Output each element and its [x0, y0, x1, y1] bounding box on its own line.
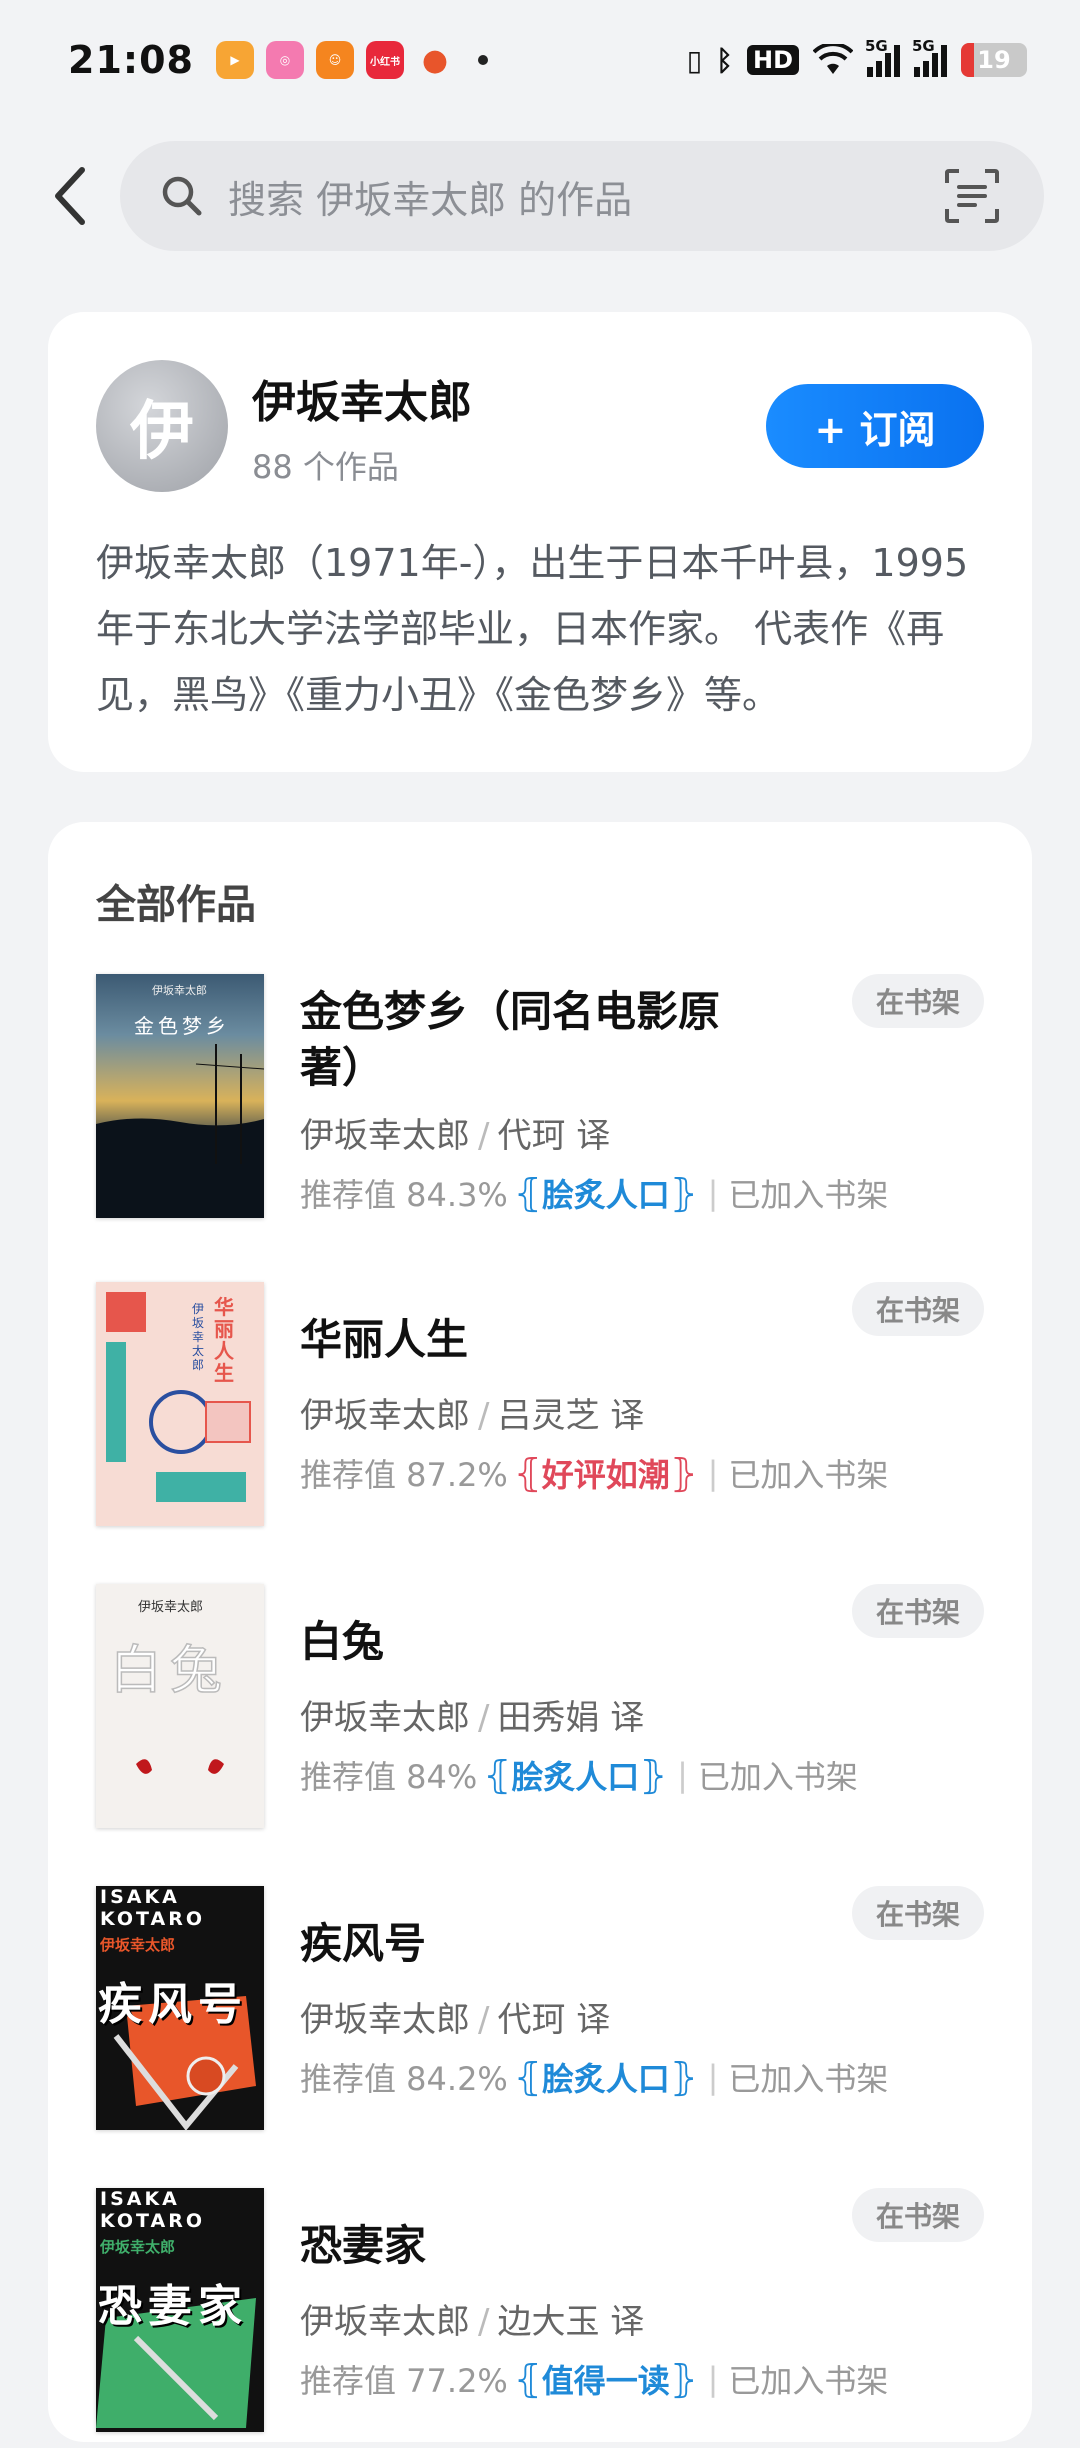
book-title: 金色梦乡（同名电影原著） [300, 987, 721, 1092]
cover-title: 恐妻家 [98, 2281, 248, 2332]
cover-author: 伊坂幸太郎 [192, 1302, 205, 1372]
cover-title: 疾风号 [98, 1979, 248, 2030]
badge: ⦃ 好评如潮 ⦄ [513, 1451, 698, 1495]
signal-icon-1: 5G [865, 37, 900, 77]
book-meta: 伊坂幸太郎 / 边大玉 译 [300, 2302, 645, 2342]
cover-author: 伊坂幸太郎 [100, 1936, 176, 1954]
cover-title: 金色梦乡 [134, 1014, 230, 1038]
status-bar: 21:08 ▶ ◎ ☺ 小红书 ● ▯ ᛒ HD 5G 5G 19 [0, 0, 1080, 120]
app-orange-icon: ☺ [315, 41, 354, 79]
works-card: 全部作品 伊坂幸太郎 金色梦乡 金色梦乡（同名电影原著） 伊坂幸太郎 / 代珂 译 … [48, 822, 1032, 2442]
book-recommendation: 推荐值 84.2% ⦃ 脍炙人口 ⦄ | 已加入书架 [300, 2055, 889, 2099]
scan-button[interactable] [940, 164, 1004, 228]
chevron-left-icon [55, 167, 85, 225]
wifi-icon [813, 44, 853, 74]
book-meta: 伊坂幸太郎 / 吕灵芝 译 [300, 1396, 645, 1436]
search-icon [162, 176, 202, 216]
cover-latin: ISAKA KOTARO [100, 2188, 205, 2232]
on-shelf-tag: 在书架 [852, 2188, 984, 2242]
book-cover[interactable]: 伊坂幸太郎 金色梦乡 [96, 974, 264, 1218]
on-shelf-tag: 在书架 [852, 1584, 984, 1638]
list-item[interactable]: 伊坂幸太郎 白兔 白兔 伊坂幸太郎 / 田秀娟 译 推荐值 84% ⦃ 脍炙人口 ⦄ |… [48, 1584, 1032, 1844]
app-green-icon: ▶ [215, 41, 254, 79]
on-shelf-tag: 在书架 [852, 974, 984, 1028]
app-game-icon: ● [421, 42, 449, 78]
book-recommendation: 推荐值 77.2% ⦃ 值得一读 ⦄ | 已加入书架 [300, 2357, 889, 2401]
book-cover[interactable]: ISAKA KOTARO 伊坂幸太郎 恐妻家 [96, 2188, 264, 2432]
hd-icon: HD [746, 45, 799, 75]
list-item[interactable]: 伊坂幸太郎 金色梦乡 金色梦乡（同名电影原著） 伊坂幸太郎 / 代珂 译 推荐值 8… [48, 974, 1032, 1234]
subscribe-button[interactable]: + 订阅 [766, 384, 984, 468]
author-name: 伊坂幸太郎 [252, 377, 472, 428]
search-placeholder: 搜索 伊坂幸太郎 的作品 [228, 177, 633, 222]
book-cover[interactable]: 伊坂幸太郎 白兔 [96, 1584, 264, 1828]
book-meta: 伊坂幸太郎 / 代珂 译 [300, 2000, 611, 2040]
book-title: 疾风号 [300, 1919, 427, 1968]
avatar[interactable]: 伊 [96, 360, 228, 492]
app-red-icon: 小红书 [365, 41, 404, 79]
book-cover[interactable]: ISAKA KOTARO 伊坂幸太郎 疾风号 [96, 1886, 264, 2130]
badge: ⦃ 脍炙人口 ⦄ [513, 2055, 698, 2099]
notification-icons: ▶ ◎ ☺ 小红书 ● [215, 41, 488, 79]
status-time: 21:08 [68, 38, 194, 82]
cover-author: 伊坂幸太郎 [100, 2238, 176, 2256]
vibrate-icon: ▯ [686, 43, 703, 77]
more-notifications-dot [477, 55, 488, 65]
badge: ⦃ 脍炙人口 ⦄ [513, 1171, 698, 1215]
signal-icon-2: 5G [912, 37, 947, 77]
app-pink-icon: ◎ [265, 41, 304, 79]
book-title: 白兔 [300, 1617, 385, 1666]
cover-latin: ISAKA KOTARO [100, 1886, 205, 1930]
book-cover[interactable]: 华丽人生 伊坂幸太郎 [96, 1282, 264, 1526]
top-bar: 搜索 伊坂幸太郎 的作品 [0, 140, 1080, 252]
on-shelf-tag: 在书架 [852, 1886, 984, 1940]
on-shelf-tag: 在书架 [852, 1282, 984, 1336]
bluetooth-icon: ᛒ [716, 43, 733, 77]
cover-author: 伊坂幸太郎 [152, 984, 207, 997]
book-recommendation: 推荐值 87.2% ⦃ 好评如潮 ⦄ | 已加入书架 [300, 1451, 889, 1495]
book-meta: 伊坂幸太郎 / 田秀娟 译 [300, 1698, 645, 1738]
list-item[interactable]: 华丽人生 伊坂幸太郎 华丽人生 伊坂幸太郎 / 吕灵芝 译 推荐值 87.2% ⦃ 好… [48, 1282, 1032, 1542]
battery-icon: 19 [961, 43, 1027, 77]
badge: ⦃ 脍炙人口 ⦄ [483, 1753, 668, 1797]
book-meta: 伊坂幸太郎 / 代珂 译 [300, 1116, 611, 1156]
cover-title: 华丽人生 [214, 1295, 234, 1385]
book-title: 华丽人生 [300, 1315, 469, 1364]
book-recommendation: 推荐值 84% ⦃ 脍炙人口 ⦄ | 已加入书架 [300, 1753, 858, 1797]
list-item[interactable]: ISAKA KOTARO 伊坂幸太郎 疾风号 疾风号 伊坂幸太郎 / 代珂 译 推荐… [48, 1886, 1032, 2146]
back-button[interactable] [40, 156, 100, 236]
list-item[interactable]: ISAKA KOTARO 伊坂幸太郎 恐妻家 恐妻家 伊坂幸太郎 / 边大玉 译 推… [48, 2188, 1032, 2448]
scan-text-icon [945, 169, 999, 223]
book-recommendation: 推荐值 84.3% ⦃ 脍炙人口 ⦄ | 已加入书架 [300, 1171, 889, 1215]
book-title: 恐妻家 [300, 2221, 427, 2270]
search-input[interactable]: 搜索 伊坂幸太郎 的作品 [120, 141, 1044, 251]
author-card: 伊 伊坂幸太郎 88 个作品 + 订阅 伊坂幸太郎（1971年-），出生于日本千… [48, 312, 1032, 772]
badge: ⦃ 值得一读 ⦄ [513, 2357, 698, 2401]
author-work-count: 88 个作品 [252, 448, 399, 486]
author-description[interactable]: 伊坂幸太郎（1971年-），出生于日本千叶县，1995年于东北大学法学部毕业，日… [96, 530, 984, 728]
section-title: 全部作品 [96, 882, 256, 928]
